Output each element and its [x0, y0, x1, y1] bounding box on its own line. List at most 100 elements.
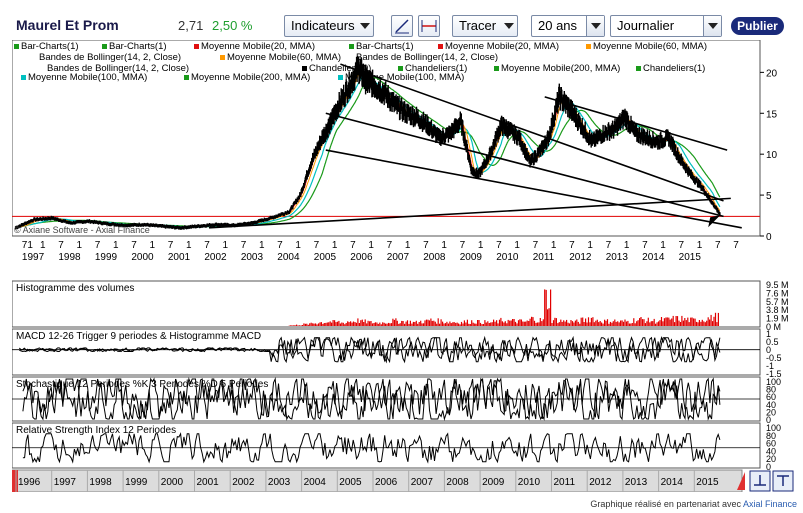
publish-button[interactable]: Publier	[731, 17, 784, 35]
x-tick-label: 1	[40, 240, 46, 251]
x-tick-label: 1	[149, 240, 155, 251]
x-tick-label: 1	[587, 240, 593, 251]
x-year-label: 2000	[131, 252, 154, 263]
x-year-label: 2008	[423, 252, 446, 263]
stock-title: Maurel Et Prom	[16, 17, 119, 33]
price-change: 2,50 %	[212, 18, 253, 33]
volume-title: Histogramme des volumes	[16, 283, 134, 294]
x-tick-label: 1	[514, 240, 520, 251]
navigator-year-label: 2002	[232, 477, 255, 488]
x-tick-label: 1	[697, 240, 703, 251]
legend-label: Moyenne Mobile(100, MMA)	[28, 72, 147, 83]
x-year-label: 2013	[606, 252, 629, 263]
x-tick-label: 7	[569, 240, 575, 251]
x-tick-label: 7	[423, 240, 429, 251]
navigator-year-label: 1996	[18, 477, 41, 488]
navigator-year-label: 2005	[339, 477, 362, 488]
trendline-tool-button[interactable]	[391, 15, 413, 37]
credit-link[interactable]: Axial Finance	[743, 499, 797, 509]
navigator-year-label: 2004	[304, 477, 327, 488]
x-tick-label: 1	[113, 240, 119, 251]
legend-swatch	[338, 75, 343, 80]
interval-select[interactable]: Journalier	[610, 15, 722, 37]
x-year-label: 2005	[314, 252, 337, 263]
navigator-year-label: 2012	[589, 477, 612, 488]
x-tick-label: 1	[405, 240, 411, 251]
legend-label: Moyenne Mobile(60, MMA)	[593, 41, 707, 52]
price-y-tick-label: 20	[766, 68, 778, 79]
x-tick-label: 7	[277, 240, 283, 251]
chart-area: 0 5 10 15 20 Bar-Charts(1) Bar-Charts(1) Moyenn…	[11, 39, 800, 493]
x-tick-label: 1	[368, 240, 374, 251]
x-year-label: 2012	[569, 252, 592, 263]
navigator-year-label: 1997	[54, 477, 77, 488]
x-year-label: 2015	[679, 252, 702, 263]
x-tick-label: 7	[95, 240, 101, 251]
navigator-year-label: 1999	[125, 477, 148, 488]
x-year-label: 1997	[22, 252, 45, 263]
chevron-down-icon	[504, 23, 514, 29]
last-price: 2,71	[178, 18, 204, 33]
x-tick-label: 7	[733, 240, 739, 251]
legend-swatch	[494, 66, 499, 71]
period-select[interactable]: 20 ans	[531, 15, 605, 37]
x-tick-label: 7	[387, 240, 393, 251]
trendline-icon	[395, 19, 409, 34]
legend-swatch	[636, 66, 641, 71]
x-tick-label: 7	[241, 240, 247, 251]
x-tick-label: 1	[222, 240, 228, 251]
credit-prefix: Graphique réalisé en partenariat avec	[590, 499, 741, 509]
legend-label: Moyenne Mobile(200, MMA)	[501, 63, 620, 74]
navigator-year-label: 2013	[625, 477, 648, 488]
credit-text: Graphique réalisé en partenariat avec Ax…	[590, 499, 797, 509]
navigator-year-label: 2010	[518, 477, 541, 488]
legend-label: Moyenne Mobile(200, MMA)	[191, 72, 310, 83]
navigator-year-label: 2007	[411, 477, 434, 488]
legend-label: Chandeliers(1)	[643, 63, 705, 74]
legend-swatch	[220, 55, 225, 60]
navigator-year-label: 2014	[661, 477, 684, 488]
legend-swatch	[349, 44, 354, 49]
price-y-tick-label: 5	[766, 191, 772, 202]
x-tick-label: 1	[478, 240, 484, 251]
legend-swatch	[398, 66, 403, 71]
navigator-year-label: 2001	[197, 477, 220, 488]
stock-chart: 0 5 10 15 20 Bar-Charts(1) Bar-Charts(1) Moyenn…	[11, 39, 794, 493]
x-year-label: 2001	[168, 252, 191, 263]
tracer-label: Tracer	[459, 18, 497, 33]
x-tick-label: 1	[551, 240, 557, 251]
x-tick-label: 7	[58, 240, 64, 251]
x-tick-label: 7	[606, 240, 612, 251]
x-year-label: 2006	[350, 252, 373, 263]
x-year-label: 2014	[642, 252, 665, 263]
x-tick-label: 7	[679, 240, 685, 251]
legend-label: Bandes de Bollinger(14, 2, Close)	[39, 52, 181, 63]
navigator-year-label: 2006	[375, 477, 398, 488]
indicators-label: Indicateurs	[291, 18, 355, 33]
x-tick-label: 7	[642, 240, 648, 251]
toolbar: Maurel Et Prom 2,71 2,50 % Indicateurs T…	[0, 0, 803, 40]
navigator-year-label: 2011	[554, 477, 576, 488]
x-tick-label: 1	[186, 240, 192, 251]
x-tick-label: 1	[332, 240, 338, 251]
horizontal-line-tool-button[interactable]	[418, 15, 440, 37]
x-tick-label: 1	[259, 240, 265, 251]
x-tick-label: 7	[460, 240, 466, 251]
navigator-year-label: 2003	[268, 477, 291, 488]
x-year-label: 2003	[241, 252, 264, 263]
x-tick-label: 7	[533, 240, 539, 251]
navigator-year-label: 2009	[482, 477, 505, 488]
indicators-dropdown[interactable]: Indicateurs	[284, 15, 374, 37]
legend-label: Moyenne Mobile(20, MMA)	[201, 41, 315, 52]
x-tick-label: 7	[131, 240, 137, 251]
x-tick-label: 7	[168, 240, 174, 251]
x-year-label: 1999	[95, 252, 118, 263]
navigator-year-label: 2008	[446, 477, 469, 488]
x-year-label: 2004	[277, 252, 300, 263]
macd-title: MACD 12-26 Trigger 9 periodes & Histogra…	[16, 331, 261, 342]
x-tick-label: 7	[204, 240, 210, 251]
legend-swatch	[102, 44, 107, 49]
chevron-down-icon	[586, 16, 604, 36]
tracer-dropdown[interactable]: Tracer	[452, 15, 518, 37]
price-y-tick-label: 15	[766, 109, 778, 120]
